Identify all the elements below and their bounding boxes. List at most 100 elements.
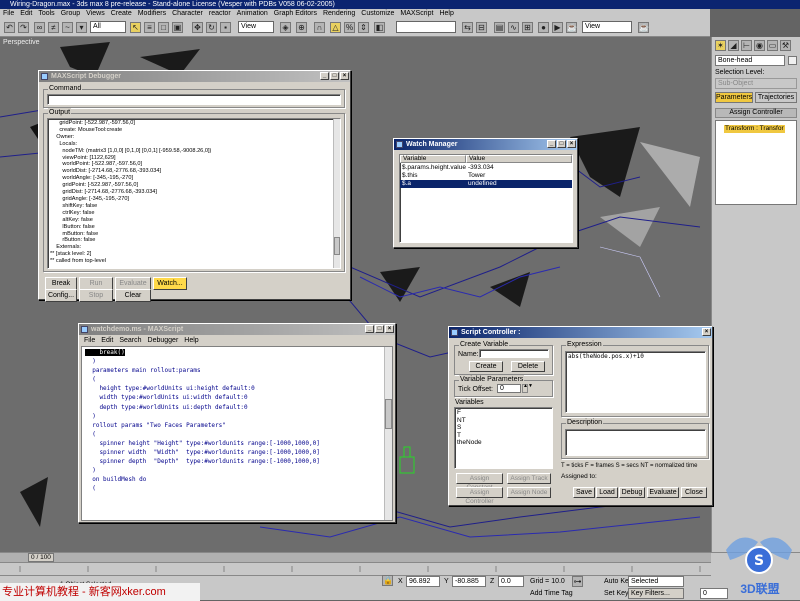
menu-modifiers[interactable]: Modifiers: [135, 10, 169, 17]
code-scroll-thumb[interactable]: [385, 399, 392, 429]
list-item[interactable]: theNode: [457, 439, 550, 447]
undo-icon[interactable]: ↶: [4, 22, 15, 33]
render-scene-icon[interactable]: ▶: [552, 22, 563, 33]
controller-tree[interactable]: Transform : Transfor: [715, 120, 797, 205]
menu-reactor[interactable]: reactor: [206, 10, 234, 17]
menu-file[interactable]: File: [0, 10, 17, 17]
maximize-icon[interactable]: □: [375, 325, 384, 333]
bind-space-warp-icon[interactable]: ~: [62, 22, 73, 33]
list-item[interactable]: S: [457, 424, 550, 432]
named-selection-dropdown[interactable]: [396, 21, 456, 33]
menu-tools[interactable]: Tools: [35, 10, 57, 17]
save-button[interactable]: Save: [573, 487, 595, 498]
assign-controller-button[interactable]: Assign Controller: [456, 487, 503, 505]
menu-animation[interactable]: Animation: [234, 10, 271, 17]
close-icon[interactable]: ×: [340, 72, 349, 80]
render-type-dropdown[interactable]: View: [582, 21, 632, 33]
controller-tree-item[interactable]: Transform : Transfor: [724, 125, 785, 133]
description-input[interactable]: [565, 429, 706, 456]
menu-help[interactable]: Help: [436, 10, 456, 17]
watch-col-variable[interactable]: Variable: [400, 155, 466, 163]
config-button[interactable]: Config...: [45, 289, 77, 302]
add-time-tag[interactable]: Add Time Tag: [530, 589, 573, 598]
maximize-icon[interactable]: □: [557, 140, 566, 148]
menu-character[interactable]: Character: [169, 10, 206, 17]
render-last-icon[interactable]: ☕: [638, 22, 649, 33]
watch-button[interactable]: Watch...: [153, 277, 187, 290]
motion-tab-icon[interactable]: ◉: [754, 40, 765, 51]
quick-render-icon[interactable]: ☕: [566, 22, 577, 33]
code-editor[interactable]: break() ) parameters main rollout:params…: [81, 346, 393, 521]
select-manipulate-icon[interactable]: ⊕: [296, 22, 307, 33]
link-icon[interactable]: ∞: [34, 22, 45, 33]
menu-group[interactable]: Group: [58, 10, 83, 17]
lock-selection-icon[interactable]: 🔒: [382, 575, 393, 586]
reference-coord-dropdown[interactable]: View: [238, 21, 274, 33]
create-tab-icon[interactable]: ✶: [715, 40, 726, 51]
assign-controller-rollout[interactable]: Assign Controller: [715, 108, 797, 118]
move-icon[interactable]: ✥: [192, 22, 203, 33]
list-item[interactable]: F: [457, 409, 550, 417]
table-row-selected[interactable]: $.a undefined: [400, 180, 572, 188]
table-row[interactable]: $.this Tower: [400, 172, 572, 180]
object-color-swatch[interactable]: [788, 56, 797, 65]
create-button[interactable]: Create: [469, 361, 503, 372]
menu-edit[interactable]: Edit: [17, 10, 35, 17]
named-selection-icon[interactable]: ◧: [374, 22, 385, 33]
display-tab-icon[interactable]: ▭: [767, 40, 778, 51]
close-icon[interactable]: ×: [567, 140, 576, 148]
watch-list[interactable]: Variable Value $.params.height.value -39…: [399, 154, 573, 243]
key-filters-button[interactable]: Key Filters...: [628, 588, 684, 599]
output-text[interactable]: gridPoint: [-522.987,-597.56,0] create: …: [47, 118, 341, 269]
hierarchy-tab-icon[interactable]: ⊢: [741, 40, 752, 51]
editor-menu-file[interactable]: File: [81, 337, 98, 344]
output-scrollbar[interactable]: [333, 119, 340, 268]
redo-icon[interactable]: ↷: [18, 22, 29, 33]
close-button[interactable]: Close: [681, 487, 707, 498]
modify-tab-icon[interactable]: ◢: [728, 40, 739, 51]
percent-snap-icon[interactable]: %: [344, 22, 355, 33]
list-item[interactable]: T: [457, 432, 550, 440]
rect-selection-icon[interactable]: □: [158, 22, 169, 33]
evaluate-button[interactable]: Evaluate: [647, 487, 679, 498]
variable-name-input[interactable]: [479, 349, 549, 358]
select-object-icon[interactable]: ↖: [130, 22, 141, 33]
editor-menu-edit[interactable]: Edit: [98, 337, 116, 344]
assign-track-button[interactable]: Assign Track: [507, 473, 551, 484]
table-row[interactable]: $.params.height.value -393.034: [400, 164, 572, 172]
maximize-icon[interactable]: □: [330, 72, 339, 80]
watch-col-value[interactable]: Value: [466, 155, 572, 163]
schematic-view-icon[interactable]: ⊞: [522, 22, 533, 33]
y-coordinate[interactable]: -80.885: [452, 576, 486, 587]
minimize-icon[interactable]: _: [320, 72, 329, 80]
list-item[interactable]: NT: [457, 417, 550, 425]
material-editor-icon[interactable]: ●: [538, 22, 549, 33]
menu-customize[interactable]: Customize: [358, 10, 397, 17]
menu-create[interactable]: Create: [108, 10, 135, 17]
time-slider[interactable]: 0 / 100: [0, 553, 711, 563]
key-mode-icon[interactable]: ⊶: [572, 576, 583, 587]
trajectories-tab[interactable]: Trajectories: [755, 92, 797, 103]
load-button[interactable]: Load: [596, 487, 618, 498]
parameters-tab[interactable]: Parameters: [715, 92, 753, 103]
window-crossing-icon[interactable]: ▣: [172, 22, 183, 33]
assign-constant-button[interactable]: Assign Constant: [456, 473, 503, 491]
selection-filter-icon[interactable]: ▾: [76, 22, 87, 33]
menu-maxscript[interactable]: MAXScript: [397, 10, 436, 17]
editor-menu-help[interactable]: Help: [181, 337, 201, 344]
utilities-tab-icon[interactable]: ⚒: [780, 40, 791, 51]
minimize-icon[interactable]: _: [547, 140, 556, 148]
selection-filter-dropdown[interactable]: All: [90, 21, 126, 33]
track-bar[interactable]: [0, 564, 711, 576]
debug-button[interactable]: Debug: [619, 487, 645, 498]
rotate-icon[interactable]: ↻: [206, 22, 217, 33]
tick-offset-input[interactable]: 0: [497, 384, 521, 393]
minimize-icon[interactable]: _: [365, 325, 374, 333]
time-slider-thumb[interactable]: 0 / 100: [28, 553, 54, 562]
unlink-icon[interactable]: ≠: [48, 22, 59, 33]
angle-snap-icon[interactable]: △: [330, 22, 341, 33]
clear-button[interactable]: Clear: [115, 289, 151, 302]
close-icon[interactable]: ×: [702, 328, 711, 336]
tick-offset-spinner[interactable]: ▲▼: [522, 384, 533, 393]
layer-manager-icon[interactable]: ▤: [494, 22, 505, 33]
